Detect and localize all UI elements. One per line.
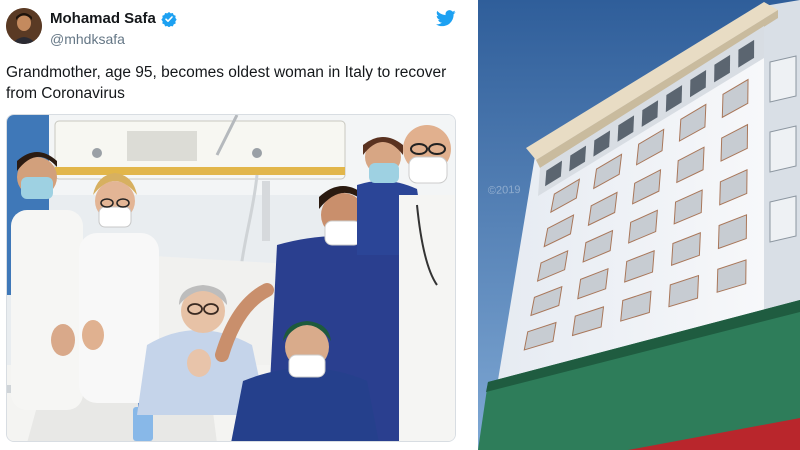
watermark-text: ©2019 <box>488 184 521 197</box>
hospital-photo-illustration <box>7 115 455 441</box>
hospital-building-photo[interactable]: ©2019 <box>478 0 800 450</box>
display-name[interactable]: Mohamad Safa <box>50 10 156 27</box>
twitter-bird-icon[interactable] <box>436 10 456 27</box>
user-handle[interactable]: @mhdksafa <box>50 31 125 47</box>
watermark-layer: ©2019 <box>488 184 521 197</box>
tweet-card: Mohamad Safa @mhdksafa Grandmother, age … <box>0 0 472 450</box>
hospital-staff-with-patient-photo[interactable] <box>6 114 456 442</box>
author-row: Mohamad Safa <box>50 10 177 27</box>
tweet-text: Grandmother, age 95, becomes oldest woma… <box>6 64 447 102</box>
avatar[interactable] <box>6 8 42 44</box>
verified-badge-icon <box>161 11 177 27</box>
